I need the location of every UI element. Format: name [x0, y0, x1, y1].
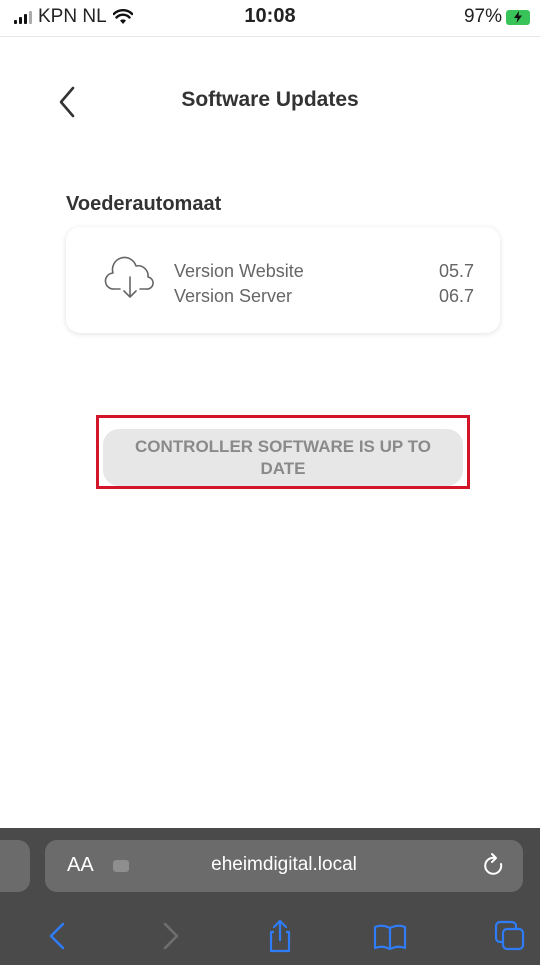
share-icon[interactable]: [262, 918, 298, 954]
version-label: Version Server: [174, 286, 293, 306]
version-row-website: Version Website 05.7: [174, 259, 474, 284]
bookmarks-icon[interactable]: [372, 918, 408, 954]
status-right: 97%: [464, 6, 530, 28]
forward-arrow-icon[interactable]: [152, 918, 188, 954]
address-bar[interactable]: AA eheimdigital.local: [45, 840, 523, 892]
back-arrow-icon[interactable]: [40, 918, 76, 954]
version-card: Version Website 05.7 Version Server 06.7: [66, 227, 500, 333]
status-bar: KPN NL 10:08 97%: [0, 0, 540, 37]
version-row-server: Version Server 06.7: [174, 284, 474, 309]
reload-icon[interactable]: [481, 852, 507, 880]
page-title: Software Updates: [181, 88, 359, 111]
version-value: 05.7: [438, 261, 474, 281]
version-value: 06.7: [438, 286, 474, 306]
browser-toolbar: [0, 912, 540, 962]
clock: 10:08: [244, 5, 296, 27]
version-rows: Version Website 05.7 Version Server 06.7: [174, 259, 474, 309]
update-status-button[interactable]: CONTROLLER SOFTWARE IS UP TO DATE: [103, 429, 463, 486]
cloud-download-icon: [104, 256, 154, 298]
battery-charging-icon: [506, 9, 530, 25]
version-label: Version Website: [174, 261, 304, 281]
previous-tab-stub[interactable]: [0, 840, 30, 892]
browser-bottom-bar: AA eheimdigital.local: [0, 828, 540, 965]
url-text[interactable]: eheimdigital.local: [45, 854, 523, 876]
section-title: Voederautomaat: [66, 193, 222, 215]
battery-percent: 97%: [463, 6, 502, 27]
update-status-highlight: CONTROLLER SOFTWARE IS UP TO DATE: [96, 415, 470, 489]
tabs-icon[interactable]: [492, 918, 528, 954]
